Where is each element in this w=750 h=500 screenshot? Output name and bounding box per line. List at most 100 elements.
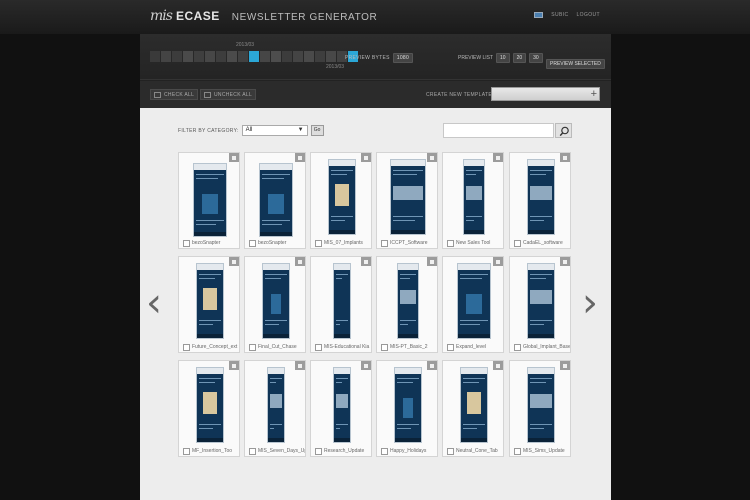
edit-icon[interactable] — [361, 361, 371, 370]
template-card[interactable]: MIS-Educational Kia — [310, 256, 372, 353]
edit-icon[interactable] — [493, 257, 503, 266]
template-checkbox[interactable] — [183, 240, 190, 247]
timeline-cell[interactable] — [227, 51, 237, 62]
edit-icon[interactable] — [295, 153, 305, 162]
template-checkbox[interactable] — [514, 240, 521, 247]
template-thumbnail[interactable] — [527, 159, 555, 235]
edit-icon[interactable] — [229, 153, 239, 162]
timeline-cell[interactable] — [249, 51, 259, 62]
template-thumbnail[interactable] — [328, 159, 356, 235]
template-checkbox[interactable] — [447, 344, 454, 351]
preview-list-10[interactable]: 10 — [496, 53, 510, 63]
timeline-cell[interactable] — [194, 51, 204, 62]
template-thumbnail[interactable] — [196, 263, 224, 339]
edit-icon[interactable] — [361, 153, 371, 162]
preview-bytes-value[interactable]: 1080 — [392, 53, 414, 63]
template-card[interactable]: Happy_Holidays — [376, 360, 438, 457]
edit-icon[interactable] — [295, 257, 305, 266]
template-thumbnail[interactable] — [457, 263, 491, 339]
template-thumbnail[interactable] — [262, 263, 290, 339]
template-checkbox[interactable] — [514, 448, 521, 455]
timeline-cell[interactable] — [271, 51, 281, 62]
template-card[interactable]: MIS_Seven_Days_Up — [244, 360, 306, 457]
template-checkbox[interactable] — [183, 448, 190, 455]
flag-icon[interactable] — [534, 12, 544, 18]
timeline-cell[interactable] — [304, 51, 314, 62]
edit-icon[interactable] — [361, 257, 371, 266]
edit-icon[interactable] — [427, 361, 437, 370]
timeline-cell[interactable] — [150, 51, 160, 62]
edit-icon[interactable] — [295, 361, 305, 370]
timeline-cell[interactable] — [216, 51, 226, 62]
template-card[interactable]: Neutral_Cone_Tab — [442, 360, 504, 457]
search-input[interactable] — [443, 123, 554, 138]
template-checkbox[interactable] — [249, 240, 256, 247]
timeline-cell[interactable] — [183, 51, 193, 62]
template-checkbox[interactable] — [315, 344, 322, 351]
template-checkbox[interactable] — [249, 448, 256, 455]
template-thumbnail[interactable] — [267, 367, 285, 443]
template-card[interactable]: bezoSnapter — [244, 152, 306, 249]
category-select[interactable]: All ▼ — [241, 125, 308, 136]
preview-list-20[interactable]: 20 — [512, 53, 527, 63]
template-thumbnail[interactable] — [397, 263, 419, 339]
timeline-cell[interactable] — [326, 51, 336, 62]
template-card[interactable]: Research_Update — [310, 360, 372, 457]
template-checkbox[interactable] — [315, 448, 322, 455]
timeline-cell[interactable] — [282, 51, 292, 62]
template-checkbox[interactable] — [381, 240, 388, 247]
edit-icon[interactable] — [560, 257, 570, 266]
template-checkbox[interactable] — [514, 344, 521, 351]
preview-selected-button[interactable]: PREVIEW SELECTED — [546, 59, 605, 69]
timeline-cell[interactable] — [205, 51, 215, 62]
template-checkbox[interactable] — [447, 448, 454, 455]
template-thumbnail[interactable] — [527, 367, 555, 443]
template-card[interactable]: ICCPT_Software — [376, 152, 438, 249]
timeline-cell[interactable] — [238, 51, 248, 62]
template-checkbox[interactable] — [249, 344, 256, 351]
edit-icon[interactable] — [427, 257, 437, 266]
template-thumbnail[interactable] — [463, 159, 485, 235]
template-card[interactable]: MIS-PT_Basic_2 — [376, 256, 438, 353]
template-thumbnail[interactable] — [333, 263, 351, 339]
template-checkbox[interactable] — [381, 448, 388, 455]
template-thumbnail[interactable] — [390, 159, 426, 235]
user-link[interactable]: SUBIC — [551, 12, 568, 18]
template-thumbnail[interactable] — [333, 367, 351, 443]
template-checkbox[interactable] — [183, 344, 190, 351]
edit-icon[interactable] — [560, 153, 570, 162]
check-all-button[interactable]: CHECK ALL — [150, 89, 199, 100]
template-card[interactable]: Global_Implant_Base — [509, 256, 571, 353]
template-thumbnail[interactable] — [196, 367, 224, 443]
edit-icon[interactable] — [493, 361, 503, 370]
prev-page-arrow[interactable]: ‹ — [146, 283, 162, 323]
edit-icon[interactable] — [493, 153, 503, 162]
timeline-cell[interactable] — [260, 51, 270, 62]
template-thumbnail[interactable] — [259, 163, 293, 237]
template-thumbnail[interactable] — [527, 263, 555, 339]
template-thumbnail[interactable] — [193, 163, 227, 237]
template-checkbox[interactable] — [381, 344, 388, 351]
uncheck-all-button[interactable]: UNCHECK ALL — [200, 89, 257, 100]
template-card[interactable]: Future_Concept_ext — [178, 256, 240, 353]
go-button[interactable]: Go — [310, 125, 324, 136]
template-card[interactable]: MF_Insertion_Too — [178, 360, 240, 457]
app-logo[interactable]: mis ECASE NEWSLETTER GENERATOR — [150, 8, 377, 24]
timeline-strip[interactable] — [150, 51, 359, 62]
plus-icon[interactable]: + — [591, 89, 597, 100]
template-card[interactable]: Expand_level — [442, 256, 504, 353]
template-card[interactable]: Final_Cut_Chase — [244, 256, 306, 353]
search-button[interactable] — [555, 123, 572, 138]
template-checkbox[interactable] — [315, 240, 322, 247]
edit-icon[interactable] — [229, 257, 239, 266]
template-thumbnail[interactable] — [394, 367, 422, 443]
template-checkbox[interactable] — [447, 240, 454, 247]
template-card[interactable]: MIS_Sims_Update — [509, 360, 571, 457]
template-card[interactable]: MIS_07_Implants — [310, 152, 372, 249]
template-thumbnail[interactable] — [460, 367, 488, 443]
timeline-cell[interactable] — [315, 51, 325, 62]
preview-list-30[interactable]: 30 — [529, 53, 543, 63]
template-card[interactable]: CadaEL_software — [509, 152, 571, 249]
template-card[interactable]: bezoSnapter — [178, 152, 240, 249]
next-page-arrow[interactable]: › — [582, 283, 598, 323]
